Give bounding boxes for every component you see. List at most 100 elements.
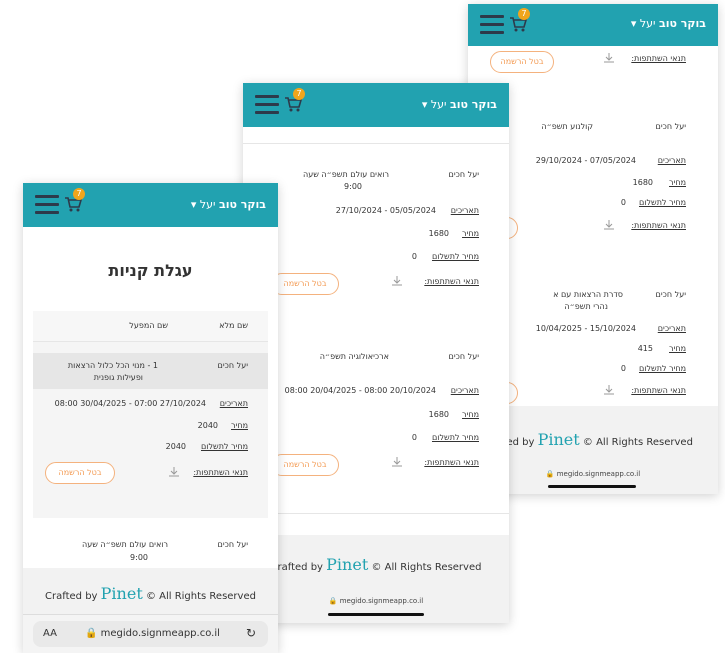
- cart-count-badge: 7: [518, 8, 530, 20]
- greeting-menu[interactable]: בוקר טוב יעל ▾: [422, 98, 497, 111]
- screenshot-panel-3: 7 בוקר טוב יעל ▾ עגלת קניות שם מלא שם המ…: [23, 183, 278, 653]
- browser-url: 🔒 megido.signmeapp.co.il: [85, 628, 220, 639]
- download-icon[interactable]: [168, 466, 180, 478]
- terms-link[interactable]: תנאי השתתפות:: [424, 277, 479, 286]
- download-icon[interactable]: [603, 219, 615, 231]
- greeting-menu[interactable]: בוקר טוב יעל ▾: [191, 198, 266, 211]
- dates-value: 27/10/2024 - 05/05/2024: [335, 206, 436, 215]
- terms-link[interactable]: תנאי השתתפות:: [424, 458, 479, 467]
- cart-count-badge: 7: [293, 88, 305, 100]
- price-label: מחיר: [669, 178, 686, 187]
- dates-label: תאריכים: [450, 386, 479, 395]
- top-bar: 7 בוקר טוב יעל ▾: [23, 183, 278, 227]
- dates-label: תאריכים: [657, 156, 686, 165]
- screenshot-panel-2: 7 בוקר טוב יעל ▾ יעל חכים רואים עולם תשפ…: [243, 83, 509, 623]
- page-footer: Crafted by Pinet © All Rights Reserved: [23, 568, 278, 614]
- product-name-line1: 1 - מנוי הכל כלול הרצאות: [67, 361, 158, 370]
- full-name: יעל חכים: [448, 170, 479, 179]
- user-name-dropdown: יעל ▾: [190, 198, 216, 211]
- to-pay-label: מחיר לתשלום: [638, 364, 686, 373]
- greeting-text: בוקר טוב: [659, 17, 706, 30]
- hamburger-menu-icon[interactable]: [35, 195, 59, 215]
- cart-table: שם מלא שם המפעל יעל חכים 1 - מנוי הכל כל…: [33, 311, 268, 518]
- cart-item-card: יעל חכים ארכיאולוגיה תשפ״ה תאריכים 08:00…: [243, 328, 509, 514]
- footer-crafted-text: Crafted by: [270, 562, 323, 573]
- download-icon[interactable]: [391, 456, 403, 468]
- price-value: 1680: [428, 410, 449, 419]
- to-pay-label: מחיר לתשלום: [200, 442, 248, 451]
- table-row: יעל חכים 1 - מנוי הכל כלול הרצאות ופעילו…: [33, 353, 268, 389]
- price-value: 415: [637, 344, 653, 353]
- hamburger-menu-icon[interactable]: [255, 95, 279, 115]
- browser-address-field[interactable]: AA 🔒 megido.signmeapp.co.il ↻: [33, 621, 268, 647]
- cart-count-badge: 7: [73, 188, 85, 200]
- top-bar: 7 בוקר טוב יעל ▾: [468, 4, 718, 46]
- to-pay-value: 0: [411, 433, 417, 442]
- footer-rights-text: © All Rights Reserved: [582, 437, 693, 448]
- to-pay-label: מחיר לתשלום: [638, 198, 686, 207]
- reload-icon[interactable]: ↻: [246, 626, 256, 640]
- full-name: יעל חכים: [448, 352, 479, 361]
- terms-link[interactable]: תנאי השתתפות:: [631, 221, 686, 230]
- dates-value: 29/10/2024 - 07/05/2024: [535, 156, 636, 165]
- browser-url: 🔒 megido.signmeapp.co.il: [328, 597, 424, 605]
- table-row: יעל חכים רואים עולם תשפ״ה שעה 9:00: [33, 520, 268, 575]
- price-label: מחיר: [669, 344, 686, 353]
- terms-link[interactable]: תנאי השתתפות:: [631, 386, 686, 395]
- to-pay-value: 0: [620, 364, 626, 373]
- download-icon[interactable]: [603, 384, 615, 396]
- product-name-line1: רואים עולם תשפ״ה שעה: [81, 540, 168, 549]
- product-name-line1: סדרת הרצאות עם א: [553, 290, 623, 299]
- greeting-text: בוקר טוב: [219, 198, 266, 211]
- product-name-line2: ופעילות גופנית: [93, 373, 143, 382]
- page-footer: Crafted by Pinet © All Rights Reserved 🔒…: [243, 535, 509, 623]
- price-value: 2040: [197, 421, 218, 430]
- cancel-registration-button[interactable]: בטל הרשמה: [45, 462, 115, 484]
- dates-label: תאריכים: [657, 324, 686, 333]
- price-label: מחיר: [231, 421, 248, 430]
- price-value: 1680: [428, 229, 449, 238]
- column-header-name: שם מלא: [219, 321, 248, 330]
- download-icon[interactable]: [391, 275, 403, 287]
- footer-credit: Crafted by Pinet © All Rights Reserved: [23, 584, 278, 603]
- text-size-button[interactable]: AA: [43, 628, 57, 639]
- to-pay-label: מחיר לתשלום: [431, 433, 479, 442]
- product-name: ארכיאולוגיה תשפ״ה: [319, 352, 389, 361]
- cart-item-card: יעל חכים רואים עולם תשפ״ה שעה 9:00 תאריכ…: [243, 143, 509, 330]
- cancel-registration-button[interactable]: בטל הרשמה: [271, 273, 339, 295]
- cancel-registration-button[interactable]: בטל הרשמה: [490, 51, 554, 73]
- pinet-logo: Pinet: [537, 430, 580, 449]
- terms-link[interactable]: תנאי השתתפות:: [193, 468, 248, 477]
- full-name: יעל חכים: [655, 290, 686, 299]
- to-pay-value: 0: [620, 198, 626, 207]
- pinet-logo: Pinet: [326, 555, 369, 574]
- terms-link[interactable]: תנאי השתתפות:: [631, 54, 686, 63]
- price-value: 1680: [632, 178, 653, 187]
- home-indicator: [328, 613, 424, 616]
- column-header-product: שם המפעל: [129, 321, 168, 330]
- full-name: יעל חכים: [217, 361, 248, 370]
- pinet-logo: Pinet: [100, 584, 143, 603]
- browser-bar: AA 🔒 megido.signmeapp.co.il ↻: [23, 614, 278, 653]
- dates-label: תאריכים: [219, 399, 248, 408]
- product-name: קולנוע תשפ״ה: [541, 122, 593, 131]
- greeting-menu[interactable]: בוקר טוב יעל ▾: [631, 17, 706, 30]
- page-title: עגלת קניות: [108, 261, 193, 280]
- greeting-text: בוקר טוב: [450, 98, 497, 111]
- product-name-line2: נהרי תשפ״ה: [564, 302, 608, 311]
- download-icon[interactable]: [603, 52, 615, 64]
- hamburger-menu-icon[interactable]: [480, 15, 504, 35]
- price-label: מחיר: [462, 229, 479, 238]
- dates-value: 08:00 20/04/2025 - 08:00 20/10/2024: [284, 386, 436, 395]
- dates-label: תאריכים: [450, 206, 479, 215]
- home-indicator: [548, 485, 636, 488]
- top-bar: 7 בוקר טוב יעל ▾: [243, 83, 509, 127]
- product-name-line2: 9:00: [344, 182, 362, 191]
- product-name-line2: 9:00: [130, 553, 148, 562]
- to-pay-value: 0: [411, 252, 417, 261]
- to-pay-value: 2040: [165, 442, 186, 451]
- table-header: שם מלא שם המפעל: [33, 311, 268, 342]
- full-name: יעל חכים: [217, 540, 248, 549]
- footer-rights-text: © All Rights Reserved: [371, 562, 482, 573]
- cancel-registration-button[interactable]: בטל הרשמה: [271, 454, 339, 476]
